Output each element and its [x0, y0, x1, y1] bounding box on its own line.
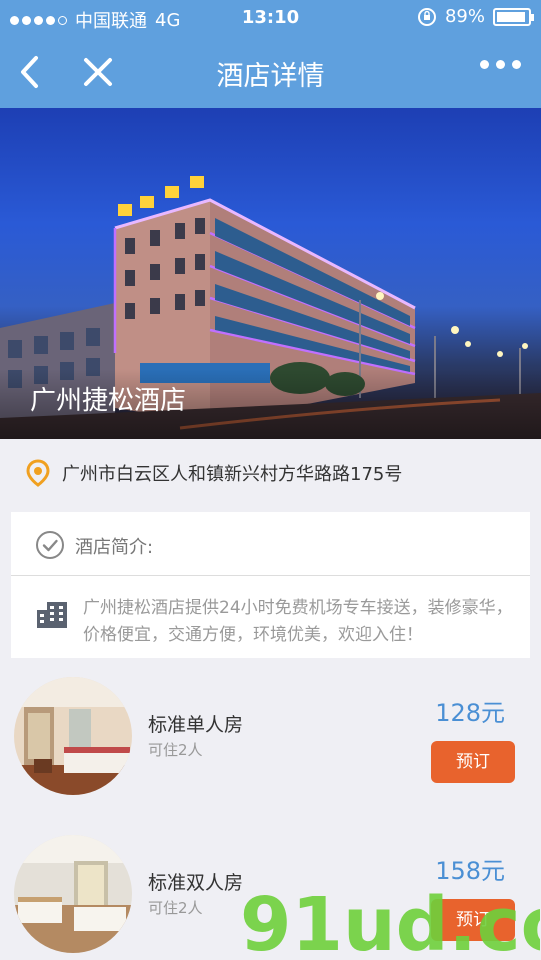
- status-right: 89%: [417, 6, 534, 27]
- room-photo: [14, 835, 132, 953]
- building-icon: [37, 602, 67, 628]
- svg-text:91ud.com: 91ud.com: [240, 882, 540, 960]
- hotel-intro-card: 酒店简介: 广州捷松酒店提供24小时免费机场专车接送，装修豪华，价格便宜，交通方…: [11, 512, 530, 658]
- room-name: 标准双人房: [148, 872, 244, 894]
- intro-header: 酒店简介:: [11, 512, 530, 576]
- more-button[interactable]: [480, 60, 521, 69]
- hotel-name-overlay: 广州捷松酒店: [0, 369, 541, 439]
- room-price: 128元: [435, 699, 505, 727]
- room-capacity: 可住2人: [148, 899, 203, 917]
- battery-percent: 89%: [444, 6, 485, 27]
- location-pin-icon: [26, 459, 50, 487]
- address-row[interactable]: 广州市白云区人和镇新兴村方华路路175号: [0, 439, 541, 505]
- status-bar: 中国联通 4G 13:10 89%: [0, 0, 541, 36]
- nav-bar: 酒店详情: [0, 36, 541, 108]
- intro-text: 广州捷松酒店提供24小时免费机场专车接送，装修豪华，价格便宜，交通方便，环境优美…: [83, 598, 513, 645]
- watermark-logo: 91ud.com: [240, 882, 540, 960]
- rotation-lock-icon: [417, 7, 436, 26]
- room-capacity: 可住2人: [148, 741, 203, 759]
- hotel-name: 广州捷松酒店: [30, 386, 187, 416]
- battery-icon: [493, 7, 534, 26]
- intro-label: 酒店简介:: [75, 537, 154, 558]
- book-button[interactable]: 预订: [431, 741, 515, 783]
- room-name: 标准单人房: [148, 714, 244, 736]
- room-photo: [14, 677, 132, 795]
- room-list-item[interactable]: 标准单人房 可住2人 128元 预订: [0, 677, 541, 807]
- page-title: 酒店详情: [216, 61, 325, 92]
- check-circle-icon: [36, 531, 64, 559]
- hotel-address: 广州市白云区人和镇新兴村方华路路175号: [62, 464, 403, 485]
- hotel-photo: 广州捷松酒店: [0, 108, 541, 439]
